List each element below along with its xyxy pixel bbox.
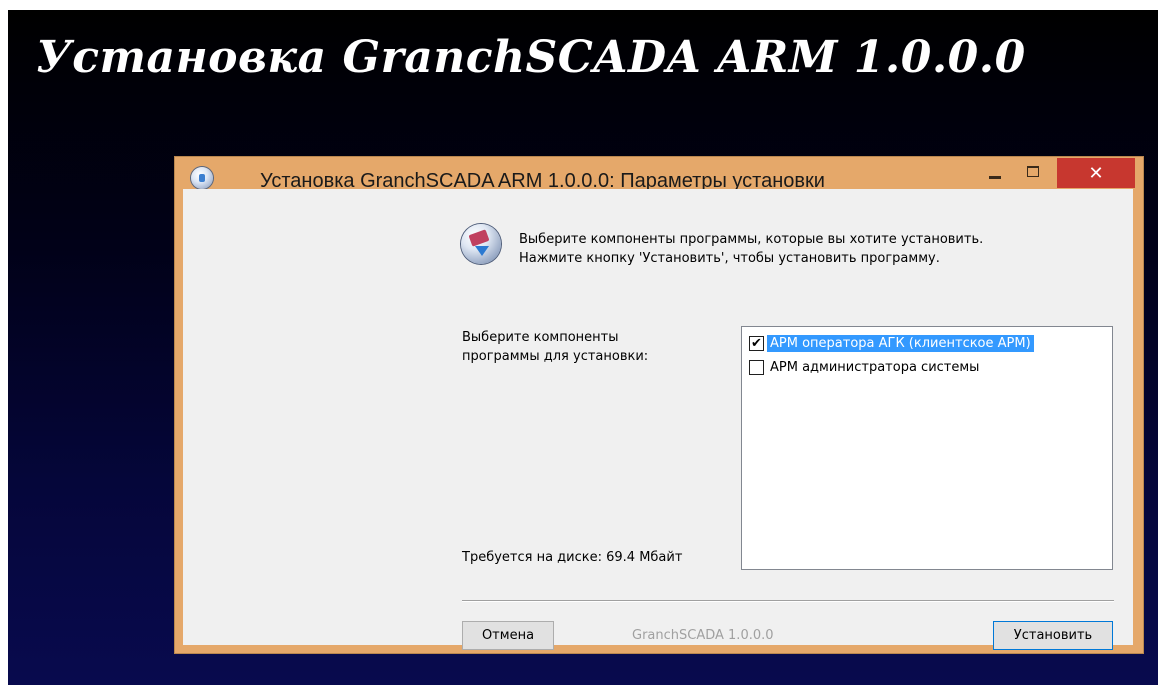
setup-dialog: Установка GranchSCADA ARM 1.0.0.0: Парам… (175, 157, 1143, 653)
header-line-1: Выберите компоненты программы, которые в… (519, 232, 984, 247)
install-disc-arrow-icon (461, 224, 501, 264)
components-prompt-line-1: Выберите компоненты (462, 330, 619, 345)
minimize-button[interactable] (983, 161, 1009, 183)
components-list[interactable]: ✔ АРМ оператора АГК (клиентское АРМ) АРМ… (741, 326, 1113, 570)
component-item-operator-arm[interactable]: ✔ АРМ оператора АГК (клиентское АРМ) (749, 333, 1034, 354)
checkmark-icon: ✔ (751, 336, 762, 351)
components-prompt-line-2: программы для установки: (462, 349, 649, 364)
dialog-client-area: Выберите компоненты программы, которые в… (183, 189, 1133, 650)
footer-divider (462, 600, 1114, 602)
installer-disc-icon[interactable] (191, 167, 213, 189)
install-button[interactable]: Установить (993, 621, 1113, 650)
maximize-button (1021, 161, 1047, 183)
download-arrow-icon (475, 246, 489, 256)
component-label-operator-arm[interactable]: АРМ оператора АГК (клиентское АРМ) (767, 335, 1034, 352)
component-item-admin-arm[interactable]: АРМ администратора системы (749, 357, 982, 378)
close-button[interactable]: ✕ (1057, 158, 1135, 188)
cancel-button[interactable]: Отмена (462, 621, 554, 650)
header-line-2: Нажмите кнопку 'Установить', чтобы устан… (519, 251, 940, 266)
component-label-admin-arm[interactable]: АРМ администратора системы (767, 359, 982, 376)
banner-title: Установка GranchSCADA ARM 1.0.0.0 (36, 32, 1026, 83)
installer-brand-label: GranchSCADA 1.0.0.0 (632, 628, 774, 643)
header-instructions: Выберите компоненты программы, которые в… (519, 230, 983, 268)
disk-space-required: Требуется на диске: 69.4 Мбайт (462, 550, 683, 565)
disc-shape (468, 229, 490, 247)
component-checkbox-admin-arm[interactable] (749, 360, 764, 375)
component-checkbox-operator-arm[interactable]: ✔ (749, 336, 764, 351)
components-prompt: Выберите компоненты программы для устано… (462, 328, 712, 366)
